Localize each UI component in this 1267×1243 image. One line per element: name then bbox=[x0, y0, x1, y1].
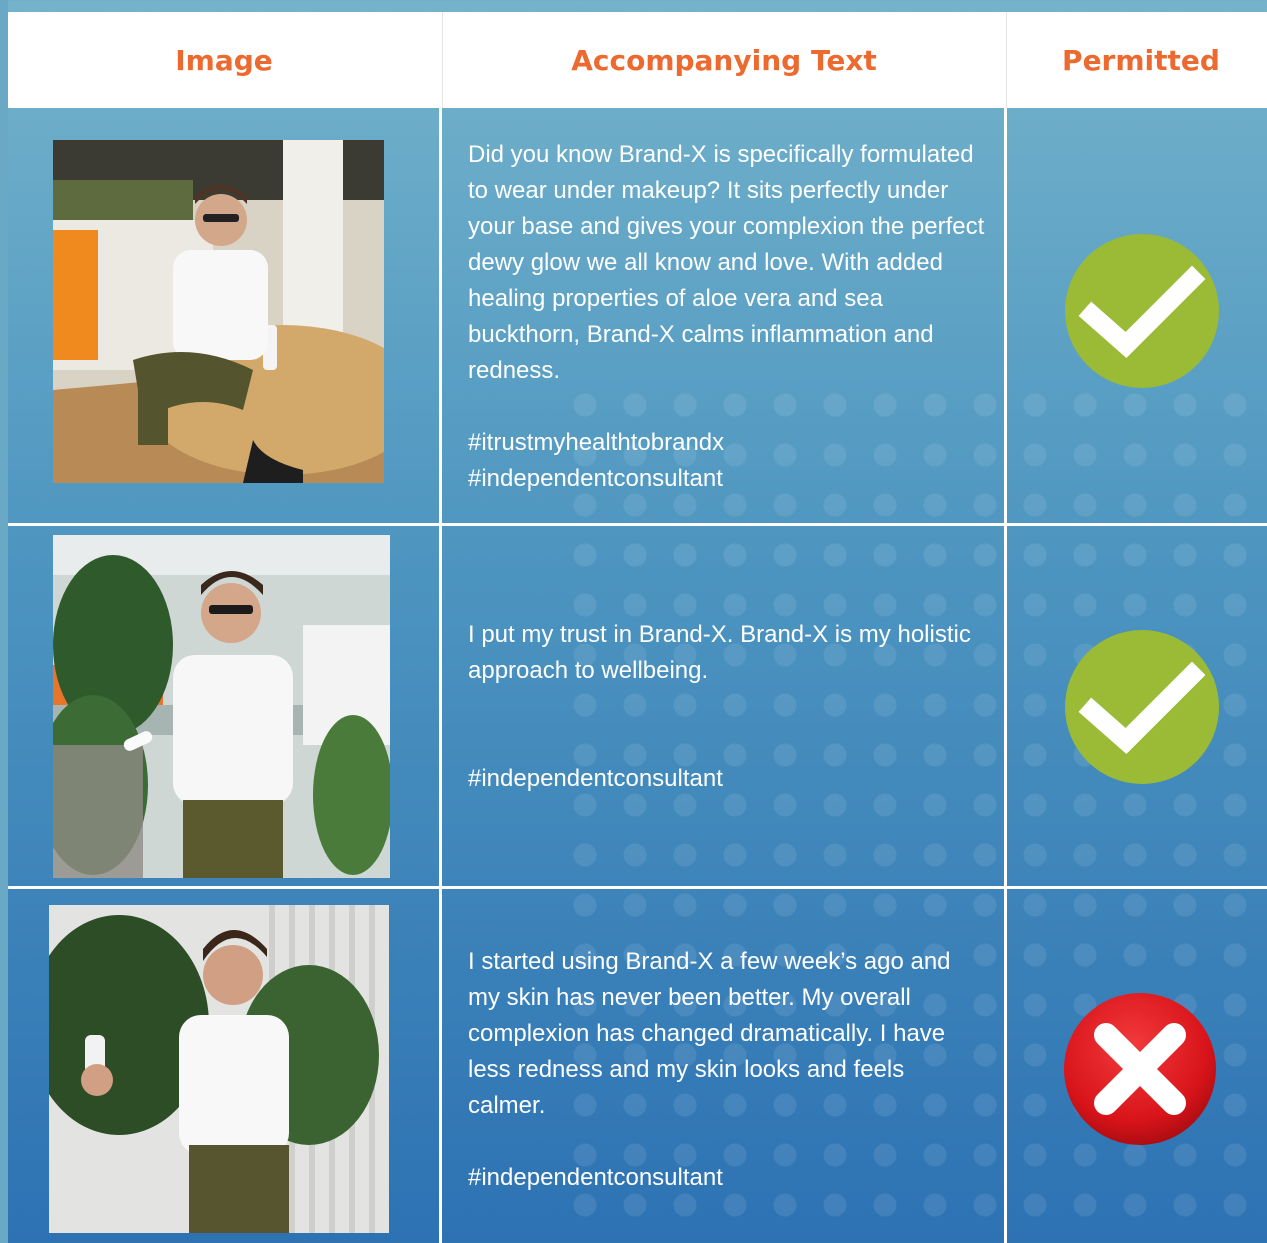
table-header: Image Accompanying Text Permitted bbox=[8, 12, 1267, 108]
header-permitted: Permitted bbox=[1062, 43, 1220, 77]
row-2-text: I put my trust in Brand-X. Brand-X is my… bbox=[468, 617, 988, 797]
left-edge-strip bbox=[0, 0, 8, 1243]
header-divider bbox=[1006, 12, 1007, 108]
column-divider bbox=[1004, 108, 1007, 1243]
check-icon bbox=[1064, 629, 1220, 785]
photo-seated-man bbox=[53, 140, 384, 483]
row-3-text: I started using Brand-X a few week’s ago… bbox=[468, 944, 988, 1196]
header-accompanying-text: Accompanying Text bbox=[571, 43, 877, 77]
photo-man-holding-tube bbox=[53, 535, 390, 878]
row-1-text: Did you know Brand-X is specifically for… bbox=[468, 137, 988, 497]
row-divider bbox=[8, 523, 1267, 526]
header-divider bbox=[442, 12, 443, 108]
row-1-hashtags: #itrustmyhealthtobrandx #independentcons… bbox=[468, 429, 725, 492]
cross-icon bbox=[1062, 991, 1218, 1147]
header-image: Image bbox=[175, 43, 273, 77]
check-icon bbox=[1064, 233, 1220, 389]
row-3-hashtags: #independentconsultant bbox=[468, 1164, 723, 1191]
photo-man-spraying bbox=[49, 905, 389, 1233]
row-3-body: I started using Brand-X a few week’s ago… bbox=[468, 948, 951, 1119]
column-divider bbox=[439, 108, 442, 1243]
row-divider bbox=[8, 886, 1267, 889]
row-2-body: I put my trust in Brand-X. Brand-X is my… bbox=[468, 621, 971, 684]
row-1-body: Did you know Brand-X is specifically for… bbox=[468, 141, 985, 384]
row-2-hashtags: #independentconsultant bbox=[468, 765, 723, 792]
